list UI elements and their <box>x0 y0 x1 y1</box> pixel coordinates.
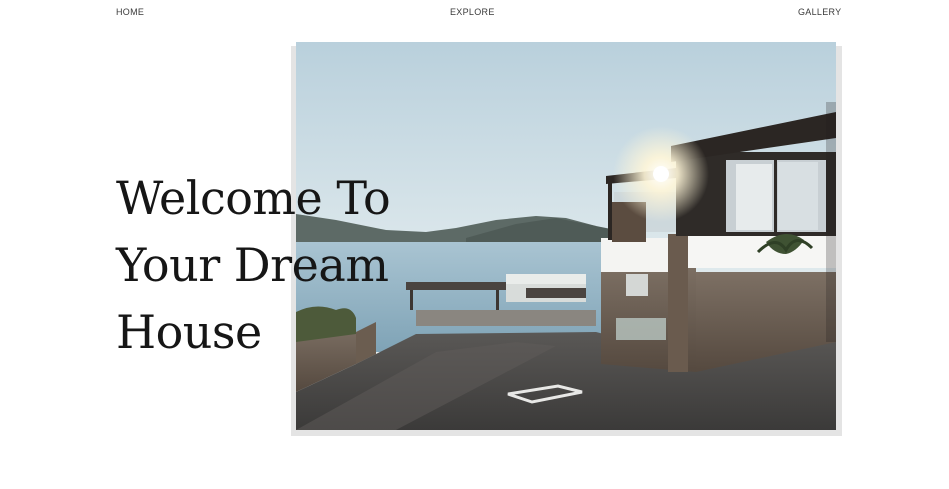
headline-line-1: Welcome To <box>116 171 391 225</box>
top-nav: HOME EXPLORE GALLERY <box>0 0 949 24</box>
nav-link-gallery[interactable]: GALLERY <box>798 7 841 17</box>
headline-line-2: Your Dream <box>116 238 389 292</box>
nav-link-home[interactable]: HOME <box>116 7 144 17</box>
nav-link-explore[interactable]: EXPLORE <box>450 7 495 17</box>
hero-headline: Welcome To Your Dream House <box>116 165 436 366</box>
headline-line-3: House <box>116 305 262 359</box>
